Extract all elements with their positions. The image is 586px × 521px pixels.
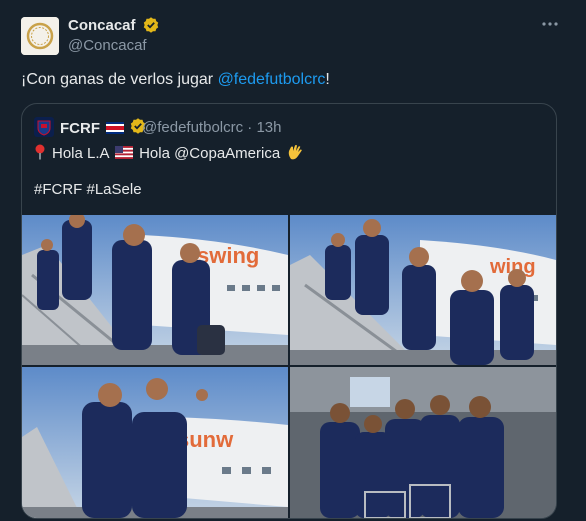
quoted-tweet[interactable]: FCRF @fedefutbolcrc · 13h Hola L.A Hola … [21, 103, 557, 519]
quoted-author-name[interactable]: FCRF [60, 118, 146, 137]
author-name-text[interactable]: Concacaf [68, 17, 136, 34]
players-waving-photo-icon: sunw [22, 367, 288, 518]
quoted-author-handle[interactable]: @fedefutbolcrc [142, 119, 243, 136]
photo-grid: swing wing sunw [22, 215, 556, 518]
mention-link[interactable]: @fedefutbolcrc [218, 71, 326, 88]
quoted-text-line1: Hola L.A Hola @CopaAmerica [34, 143, 304, 162]
team-on-stairs-photo-icon: wing [290, 215, 556, 365]
photo-3[interactable]: sunw [22, 367, 288, 518]
group-posing-photo-icon [290, 367, 556, 518]
concacaf-avatar[interactable] [21, 17, 59, 55]
hashtags: #FCRF #LaSele [34, 181, 142, 198]
tweet: Concacaf @Concacaf ¡Con ganas de verlos … [0, 0, 586, 521]
hola-la-text: Hola L.A [52, 145, 109, 162]
tweet-text: ¡Con ganas de verlos jugar @fedefutbolcr… [21, 71, 330, 89]
quoted-handle-time[interactable]: @fedefutbolcrc · 13h [142, 119, 282, 136]
waving-hand-icon [289, 145, 303, 160]
round-pushpin-icon [35, 144, 45, 160]
quoted-time[interactable]: · 13h [247, 119, 281, 136]
photo-1[interactable]: swing [22, 215, 288, 365]
us-flag-icon [114, 146, 133, 159]
author-name[interactable]: Concacaf [68, 17, 159, 34]
photo-2[interactable]: wing [290, 215, 556, 365]
team-descending-stairs-photo-icon: swing [22, 215, 288, 365]
verified-badge-icon [143, 17, 158, 33]
costa-rica-flag-icon [106, 122, 125, 134]
fcrf-avatar[interactable] [34, 117, 54, 137]
more-horizontal-icon[interactable] [540, 14, 560, 34]
hola-copa-text: Hola @CopaAmerica [139, 145, 281, 162]
photo-4[interactable] [290, 367, 556, 518]
author-handle[interactable]: @Concacaf [68, 37, 147, 54]
tweet-text-end: ! [325, 71, 330, 88]
tweet-text-main: ¡Con ganas de verlos jugar [21, 71, 218, 88]
quoted-author-name-text[interactable]: FCRF [60, 120, 100, 137]
